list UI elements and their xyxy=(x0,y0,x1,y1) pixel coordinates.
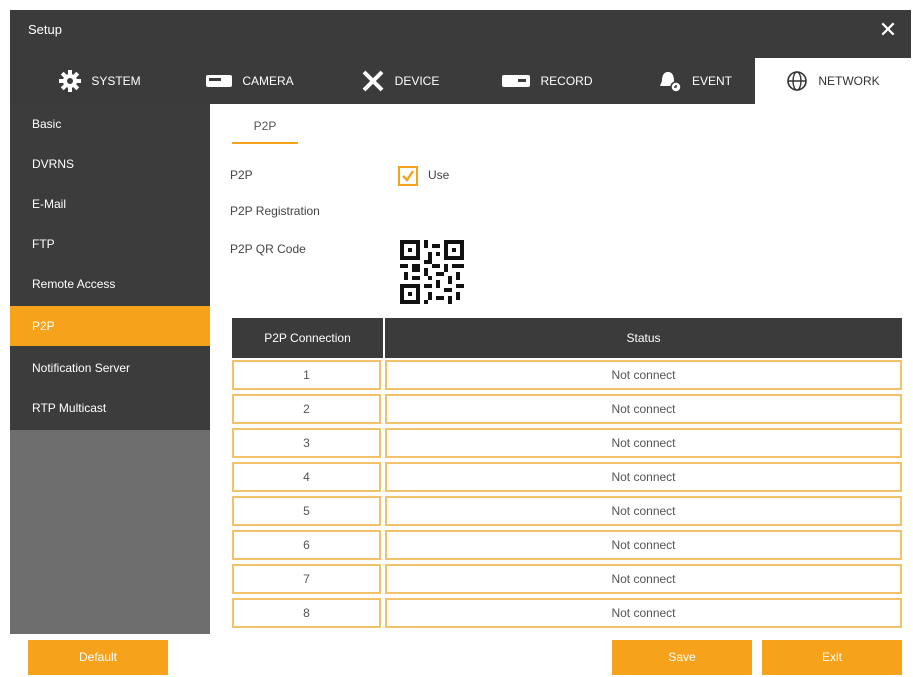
save-button[interactable]: Save xyxy=(612,640,752,675)
table-row[interactable]: 7 Not connect xyxy=(232,564,902,594)
bell-icon xyxy=(659,72,682,93)
status-cell: Not connect xyxy=(385,360,902,390)
table-row[interactable]: 8 Not connect xyxy=(232,598,902,628)
status-cell: Not connect xyxy=(385,394,902,424)
p2p-registration-label: P2P Registration xyxy=(230,204,320,218)
connection-cell: 8 xyxy=(232,598,381,628)
sidebar-item-notification-server[interactable]: Notification Server xyxy=(10,348,210,388)
status-cell: Not connect xyxy=(385,462,902,492)
qr-code-image xyxy=(400,240,464,304)
status-cell: Not connect xyxy=(385,428,902,458)
status-cell: Not connect xyxy=(385,598,902,628)
p2p-qr-code-label: P2P QR Code xyxy=(230,242,306,256)
camera-icon xyxy=(206,75,233,87)
sidebar-item-ftp[interactable]: FTP xyxy=(10,224,210,264)
use-label: Use xyxy=(428,168,450,182)
sidebar-item-remote-access[interactable]: Remote Access xyxy=(10,264,210,304)
tab-event-label: EVENT xyxy=(691,74,732,88)
use-checkbox[interactable] xyxy=(398,166,418,186)
tab-camera[interactable]: CAMERA xyxy=(190,58,310,104)
tab-record[interactable]: RECORD xyxy=(485,58,610,104)
default-button[interactable]: Default xyxy=(28,640,168,675)
status-cell: Not connect xyxy=(385,496,902,526)
sidebar-item-rtp-multicast[interactable]: RTP Multicast xyxy=(10,388,210,428)
sidebar-item-dvrns[interactable]: DVRNS xyxy=(10,144,210,184)
tab-network-label: NETWORK xyxy=(818,74,880,88)
tab-network[interactable]: NETWORK xyxy=(755,58,911,104)
connection-cell: 1 xyxy=(232,360,381,390)
p2p-label: P2P xyxy=(230,168,253,182)
tab-system-label: SYSTEM xyxy=(91,74,141,88)
table-row[interactable]: 5 Not connect xyxy=(232,496,902,526)
connection-cell: 6 xyxy=(232,530,381,560)
sidebar: Basic DVRNS E-Mail FTP Remote Access P2P… xyxy=(10,104,210,634)
sidebar-item-basic[interactable]: Basic xyxy=(10,104,210,144)
connection-cell: 2 xyxy=(232,394,381,424)
recorder-icon xyxy=(502,75,531,87)
table-row[interactable]: 4 Not connect xyxy=(232,462,902,492)
connection-cell: 4 xyxy=(232,462,381,492)
table-header: P2P Connection Status xyxy=(232,318,902,358)
setup-window: Setup ✕ SYSTEM CAMERA DEVICE RECORD EVEN… xyxy=(10,10,911,675)
table-row[interactable]: 2 Not connect xyxy=(232,394,902,424)
tab-camera-label: CAMERA xyxy=(242,74,294,88)
tab-p2p[interactable]: P2P xyxy=(232,114,298,144)
connection-cell: 7 xyxy=(232,564,381,594)
table-row[interactable]: 1 Not connect xyxy=(232,360,902,390)
tab-system[interactable]: SYSTEM xyxy=(40,58,160,104)
exit-button[interactable]: Exit xyxy=(762,640,902,675)
checkmark-icon xyxy=(402,170,414,182)
status-cell: Not connect xyxy=(385,564,902,594)
sidebar-item-email[interactable]: E-Mail xyxy=(10,184,210,224)
table-row[interactable]: 3 Not connect xyxy=(232,428,902,458)
gear-icon xyxy=(59,70,82,92)
tab-device[interactable]: DEVICE xyxy=(340,58,460,104)
tools-icon xyxy=(362,70,384,92)
close-icon[interactable]: ✕ xyxy=(875,16,901,44)
column-header-status: Status xyxy=(626,331,661,345)
tab-event[interactable]: EVENT xyxy=(635,58,755,104)
connection-cell: 3 xyxy=(232,428,381,458)
status-cell: Not connect xyxy=(385,530,902,560)
main-content: P2P P2P Use P2P Registration P2P QR Code xyxy=(210,104,911,634)
tab-device-label: DEVICE xyxy=(394,74,440,88)
sidebar-menu: Basic DVRNS E-Mail FTP Remote Access P2P… xyxy=(10,104,210,430)
window-title: Setup xyxy=(28,22,62,37)
sidebar-item-p2p[interactable]: P2P xyxy=(10,306,210,346)
table-row[interactable]: 6 Not connect xyxy=(232,530,902,560)
tab-record-label: RECORD xyxy=(540,74,593,88)
column-header-connection: P2P Connection xyxy=(264,331,351,345)
main-tab-bar: SYSTEM CAMERA DEVICE RECORD EVENT NETWOR… xyxy=(10,52,911,104)
globe-icon xyxy=(787,71,808,91)
connection-cell: 5 xyxy=(232,496,381,526)
title-bar: Setup ✕ xyxy=(10,10,911,52)
